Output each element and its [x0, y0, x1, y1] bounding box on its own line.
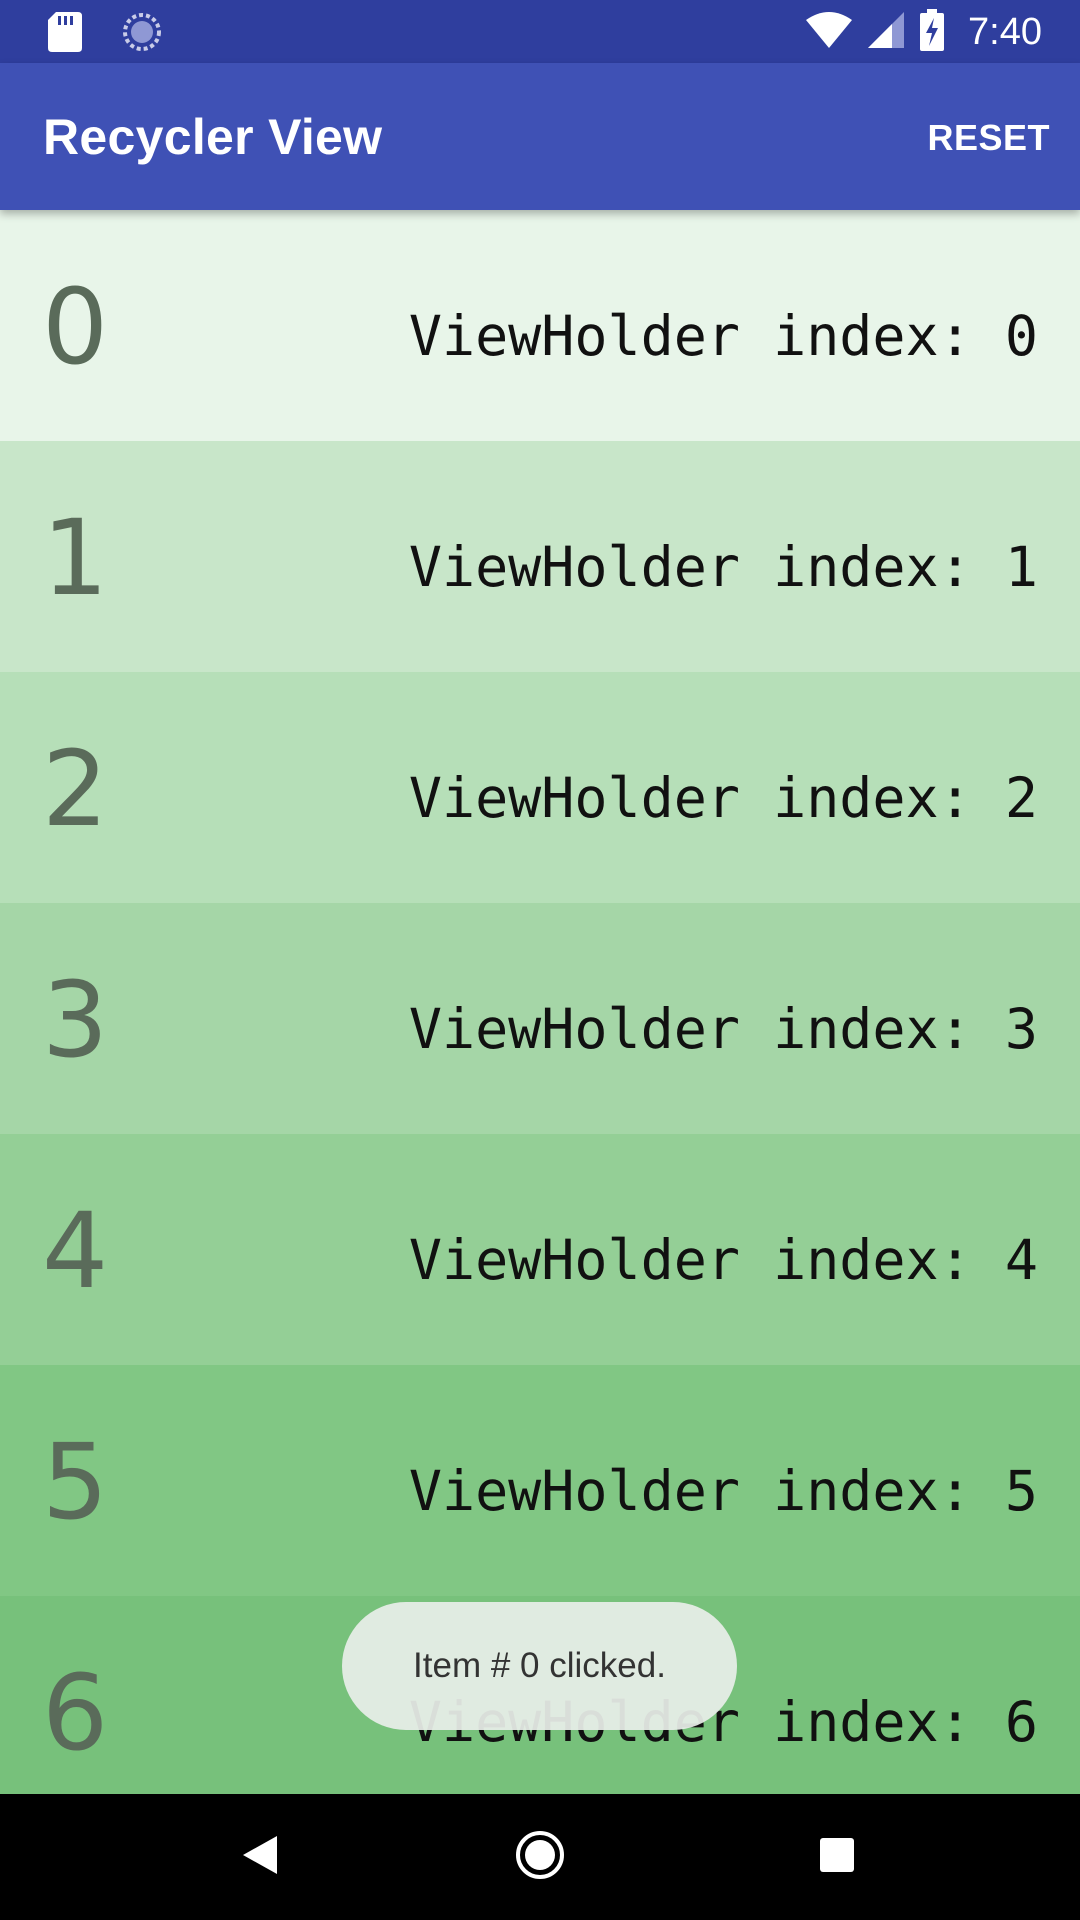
item-number: 6 [42, 1652, 109, 1774]
viewholder-label: ViewHolder index: 0 [408, 304, 1038, 368]
item-number: 2 [42, 728, 109, 850]
sync-icon [122, 12, 162, 57]
recents-button[interactable] [777, 1794, 897, 1920]
item-number: 4 [42, 1190, 109, 1312]
toast-message: Item # 0 clicked. [342, 1602, 737, 1730]
list-item[interactable]: 1 ViewHolder index: 1 [0, 441, 1080, 672]
page-title: Recycler View [43, 109, 383, 165]
viewholder-label: ViewHolder index: 1 [408, 535, 1038, 599]
recycler-list[interactable]: 0 ViewHolder index: 0 1 ViewHolder index: 1… [0, 210, 1080, 1794]
app-bar: Recycler View RESET [0, 63, 1080, 210]
item-number: 1 [42, 497, 109, 619]
list-item[interactable]: 5 ViewHolder index: 5 [0, 1365, 1080, 1596]
navigation-bar [0, 1794, 1080, 1920]
viewholder-label: ViewHolder index: 4 [408, 1228, 1038, 1292]
list-item[interactable]: 2 ViewHolder index: 2 [0, 672, 1080, 903]
viewholder-label: ViewHolder index: 2 [408, 766, 1038, 830]
item-number: 3 [42, 959, 109, 1081]
status-time: 7:40 [968, 10, 1042, 53]
sd-card-icon [48, 12, 82, 57]
list-item[interactable]: 3 ViewHolder index: 3 [0, 903, 1080, 1134]
home-icon [515, 1830, 565, 1885]
back-icon [243, 1835, 277, 1879]
recents-icon [820, 1837, 854, 1877]
item-number: 5 [42, 1421, 109, 1543]
back-button[interactable] [200, 1794, 320, 1920]
status-bar: 7:40 [0, 0, 1080, 63]
viewholder-label: ViewHolder index: 3 [408, 997, 1038, 1061]
signal-icon [868, 11, 905, 53]
reset-button[interactable]: RESET [927, 111, 1050, 165]
list-item[interactable]: 4 ViewHolder index: 4 [0, 1134, 1080, 1365]
wifi-icon [806, 11, 853, 53]
battery-charging-icon [920, 8, 945, 56]
list-item[interactable]: 0 ViewHolder index: 0 [0, 210, 1080, 441]
item-number: 0 [42, 266, 109, 388]
viewholder-label: ViewHolder index: 5 [408, 1459, 1038, 1523]
home-button[interactable] [480, 1794, 600, 1920]
